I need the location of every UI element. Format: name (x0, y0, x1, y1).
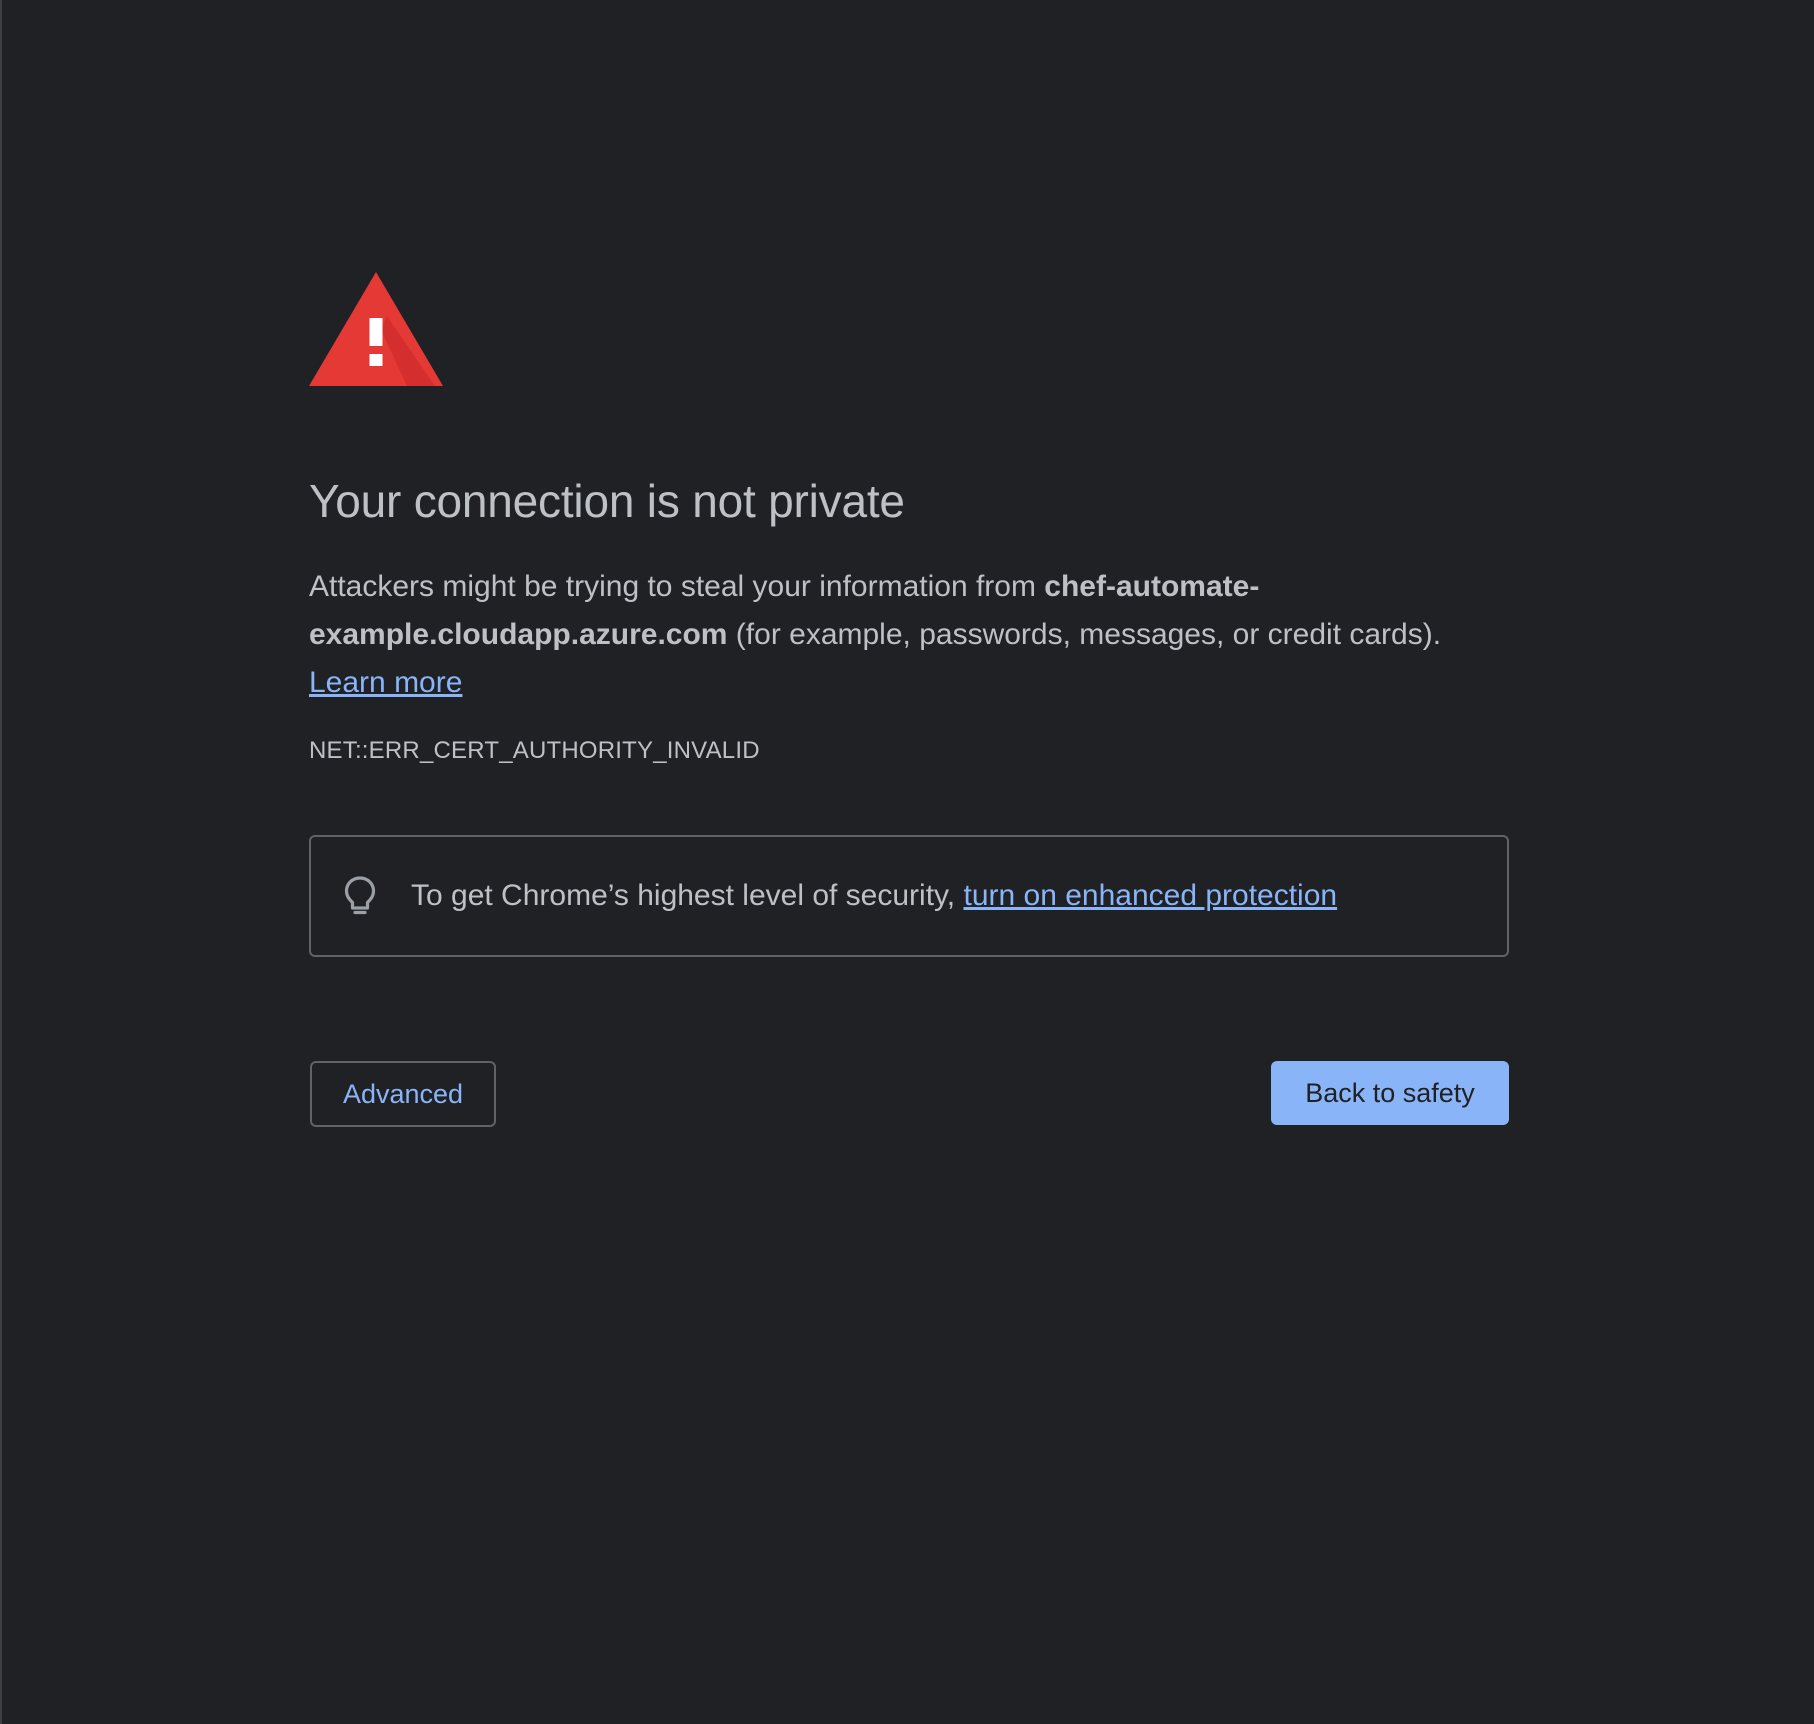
explanation-text: Attackers might be trying to steal your … (309, 563, 1509, 707)
interstitial-content: Your connection is not private Attackers… (309, 272, 1509, 1129)
lightbulb-icon (344, 876, 376, 915)
enhanced-protection-box: To get Chrome’s highest level of securit… (309, 835, 1509, 958)
error-code: NET::ERR_CERT_AUTHORITY_INVALID (309, 737, 760, 765)
enhanced-protection-prefix: To get Chrome’s highest level of securit… (411, 879, 964, 913)
enhanced-protection-text: To get Chrome’s highest level of securit… (411, 879, 1337, 913)
advanced-button[interactable]: Advanced (310, 1061, 496, 1128)
page-title: Your connection is not private (309, 475, 905, 527)
explanation-prefix: Attackers might be trying to steal your … (309, 570, 1045, 604)
learn-more-link[interactable]: Learn more (309, 666, 462, 699)
enhanced-protection-link[interactable]: turn on enhanced protection (963, 879, 1337, 912)
explanation-suffix: (for example, passwords, messages, or cr… (727, 618, 1442, 652)
button-row: Advanced Back to safety (309, 1061, 1509, 1129)
warning-triangle-icon (309, 272, 443, 386)
back-to-safety-button[interactable]: Back to safety (1271, 1061, 1509, 1126)
